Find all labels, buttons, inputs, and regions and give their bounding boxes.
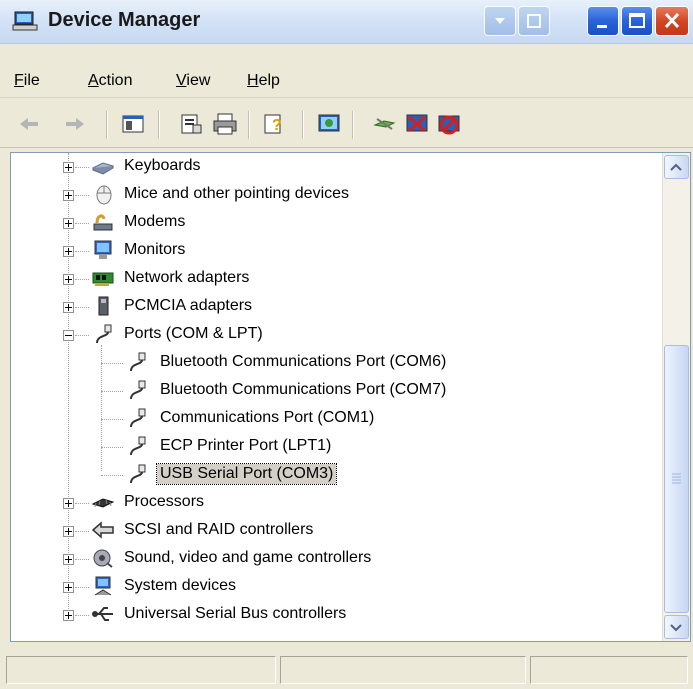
- tree-item-label: Processors: [124, 493, 205, 510]
- expand-button[interactable]: [63, 246, 74, 257]
- expand-button[interactable]: [63, 190, 74, 201]
- menu-file[interactable]: File: [14, 72, 40, 90]
- port-connector-icon: [130, 380, 146, 400]
- collapse-button[interactable]: [63, 330, 74, 341]
- status-panel-2: [280, 656, 526, 684]
- keyboard-icon: [91, 162, 115, 175]
- expand-button[interactable]: [63, 218, 74, 229]
- menu-help[interactable]: Help: [247, 72, 280, 90]
- maximize-button[interactable]: [621, 6, 653, 36]
- device-tree-frame: Keyboards Mice and other pointing device…: [10, 152, 691, 642]
- scroll-down-button[interactable]: [664, 615, 689, 639]
- back-arrow-icon[interactable]: [16, 111, 42, 137]
- tree-item-label: System devices: [124, 577, 237, 594]
- pcmcia-icon: [98, 296, 109, 316]
- status-panel-1: [6, 656, 276, 684]
- tree-item-label: Monitors: [124, 241, 186, 258]
- scroll-thumb[interactable]: [664, 345, 689, 613]
- uninstall-icon[interactable]: [404, 111, 430, 137]
- close-icon: [664, 12, 680, 29]
- forward-arrow-icon[interactable]: [62, 111, 88, 137]
- tree-item-label: PCMCIA adapters: [124, 297, 253, 314]
- scsi-icon: [91, 521, 114, 539]
- properties-icon[interactable]: [178, 111, 204, 137]
- chevron-up-icon: [670, 163, 682, 171]
- expand-button[interactable]: [63, 554, 74, 565]
- mouse-icon: [96, 185, 112, 205]
- minimize-button[interactable]: [587, 6, 619, 36]
- tree-item-label: Universal Serial Bus controllers: [124, 605, 347, 622]
- modem-icon: [93, 214, 113, 231]
- window-extra-button-1: [484, 6, 516, 36]
- tree-item-label: Sound, video and game controllers: [124, 549, 372, 566]
- status-bar: [0, 652, 693, 689]
- port-connector-icon: [96, 324, 112, 344]
- svg-text:?: ?: [272, 117, 282, 134]
- port-connector-icon: [130, 408, 146, 428]
- monitor-icon: [94, 240, 112, 259]
- tree-item-label: ECP Printer Port (LPT1): [160, 437, 332, 454]
- print-icon[interactable]: [212, 111, 238, 137]
- scan-hardware-icon[interactable]: [316, 111, 342, 137]
- network-adapter-icon: [92, 272, 114, 286]
- expand-button[interactable]: [63, 526, 74, 537]
- close-button[interactable]: [655, 6, 689, 36]
- toolbar-separator: [302, 111, 304, 139]
- window-extra-button-2: [518, 6, 550, 36]
- title-bar[interactable]: Device Manager: [0, 0, 693, 44]
- menu-bar: File Action View Help: [0, 65, 693, 98]
- tree-item-label: Modems: [124, 213, 186, 230]
- toolbar-separator: [106, 111, 108, 139]
- tree-item-label: Keyboards: [124, 157, 201, 174]
- toolbar-separator: [248, 111, 250, 139]
- status-panel-3: [530, 656, 688, 684]
- grip-icon: [672, 473, 681, 484]
- processor-icon: [91, 498, 115, 508]
- toolbar-separator: [352, 111, 354, 139]
- menu-action[interactable]: Action: [88, 72, 132, 90]
- expand-button[interactable]: [63, 162, 74, 173]
- disable-icon[interactable]: [436, 111, 462, 137]
- system-devices-icon: [94, 576, 112, 596]
- help-icon[interactable]: ?: [262, 111, 288, 137]
- port-connector-icon: [130, 352, 146, 372]
- menu-view[interactable]: View: [176, 72, 210, 90]
- tree-item-label: Ports (COM & LPT): [124, 325, 263, 342]
- tree-item-label: SCSI and RAID controllers: [124, 521, 314, 538]
- tree-item-label: Mice and other pointing devices: [124, 185, 350, 202]
- expand-button[interactable]: [63, 302, 74, 313]
- toolbar: ?: [0, 103, 693, 148]
- usb-icon: [92, 607, 113, 621]
- tree-item-label-selected: USB Serial Port (COM3): [155, 463, 338, 485]
- chevron-down-icon: [670, 624, 682, 632]
- scroll-up-button[interactable]: [664, 155, 689, 179]
- expand-button[interactable]: [63, 498, 74, 509]
- update-driver-icon[interactable]: [372, 111, 398, 137]
- window-title: Device Manager: [48, 9, 201, 31]
- tree-item-label: Communications Port (COM1): [160, 409, 375, 426]
- tree-item-label: Bluetooth Communications Port (COM7): [160, 381, 447, 398]
- sound-icon: [93, 549, 113, 568]
- port-connector-icon: [130, 436, 146, 456]
- device-tree[interactable]: Keyboards Mice and other pointing device…: [11, 153, 662, 641]
- tree-item-label: Bluetooth Communications Port (COM6): [160, 353, 447, 370]
- expand-button[interactable]: [63, 582, 74, 593]
- expand-button[interactable]: [63, 610, 74, 621]
- show-hide-console-tree-icon[interactable]: [120, 111, 146, 137]
- vertical-scrollbar[interactable]: [662, 153, 690, 641]
- tree-item-label: Network adapters: [124, 269, 250, 286]
- toolbar-separator: [158, 111, 160, 139]
- port-connector-icon: [130, 464, 146, 484]
- expand-button[interactable]: [63, 274, 74, 285]
- device-manager-window: Device Manager File Action View Help ? K…: [0, 0, 693, 689]
- device-manager-app-icon: [12, 11, 38, 31]
